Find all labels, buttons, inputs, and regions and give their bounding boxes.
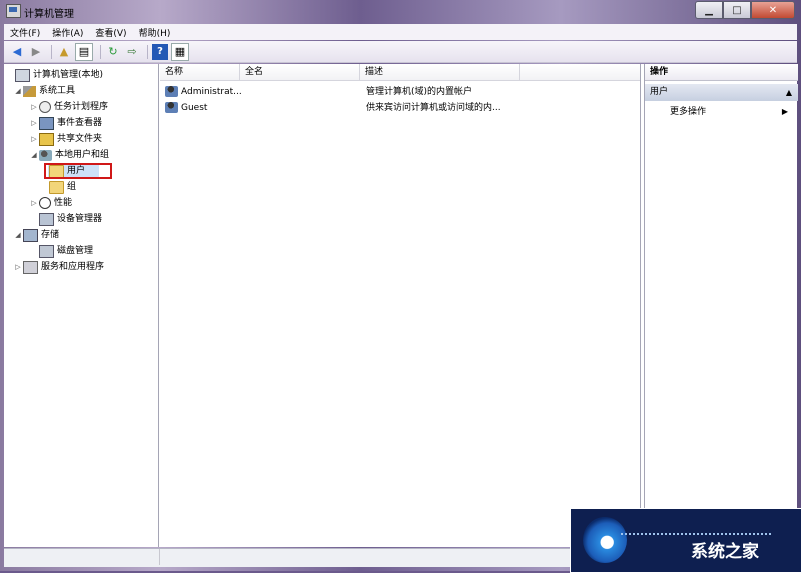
clock-icon (39, 101, 51, 113)
column-name[interactable]: 名称 (160, 64, 240, 80)
tree-item-event-viewer[interactable]: ▷ 事件查看器 (30, 116, 102, 130)
expand-triangle-icon[interactable]: ▷ (30, 132, 38, 146)
toolbar-separator (100, 44, 101, 59)
tree-label: 本地用户和组 (55, 150, 110, 160)
client-area: 计算机管理(本地) ◢ 系统工具 ▷ 任务计划程序 ▷ 事件查看器 ▷ 共享文件… (4, 64, 798, 547)
actions-pane: 操作 用户 ▲ 更多操作 ▶ (644, 64, 798, 547)
tree-item-device-manager[interactable]: 设备管理器 (38, 212, 102, 226)
tree-label: 存储 (41, 230, 60, 240)
back-arrow-icon[interactable]: ◀ (9, 44, 25, 60)
section-label: 用户 (650, 87, 669, 97)
tree-item-storage[interactable]: ◢ 存储 (14, 228, 59, 242)
tree-item-root[interactable]: 计算机管理(本地) (6, 68, 103, 82)
tree-item-local-users-groups[interactable]: ◢ 本地用户和组 (30, 148, 109, 162)
refresh-icon[interactable]: ↻ (105, 44, 121, 60)
cell-name: Administrat... (181, 87, 241, 97)
services-icon (23, 260, 38, 274)
tree-label: 组 (67, 182, 77, 192)
expand-triangle-icon[interactable]: ▷ (14, 260, 22, 274)
minimize-button[interactable]: ▁ (695, 1, 723, 19)
table-row[interactable]: Administrat... 管理计算机(域)的内置帐户 (160, 84, 640, 100)
properties-icon[interactable]: ▦ (171, 42, 189, 61)
expand-triangle-icon[interactable]: ▷ (30, 196, 38, 210)
cell-description: 管理计算机(域)的内置帐户 (366, 87, 473, 97)
window-controls: ▁ □ ✕ (695, 1, 795, 19)
actions-header: 操作 (645, 64, 798, 81)
actions-section-users[interactable]: 用户 ▲ (645, 84, 798, 101)
collapse-triangle-icon[interactable]: ◢ (30, 148, 38, 162)
export-list-icon[interactable]: ⇨ (124, 44, 140, 60)
window-title: 计算机管理 (24, 9, 74, 20)
forward-arrow-icon[interactable]: ▶ (28, 44, 44, 60)
tree-label: 服务和应用程序 (41, 262, 105, 272)
console-tree: 计算机管理(本地) ◢ 系统工具 ▷ 任务计划程序 ▷ 事件查看器 ▷ 共享文件… (4, 64, 159, 547)
users-icon (39, 149, 52, 161)
tree-item-performance[interactable]: ▷ 性能 (30, 196, 72, 210)
tree-item-system-tools[interactable]: ◢ 系统工具 (14, 84, 75, 98)
watermark-text: 系统之家 (691, 542, 759, 562)
user-icon (164, 102, 181, 119)
storage-icon (23, 228, 38, 242)
close-button[interactable]: ✕ (751, 1, 795, 19)
tree-label: 计算机管理(本地) (33, 70, 104, 80)
tree-label: 共享文件夹 (57, 134, 103, 144)
tree-label: 磁盘管理 (57, 246, 94, 256)
more-actions-item[interactable]: 更多操作 ▶ (670, 104, 790, 120)
menu-action[interactable]: 操作(A) (46, 26, 89, 39)
tree-label: 设备管理器 (57, 214, 103, 224)
watermark-decoration (621, 521, 771, 535)
tree-label: 系统工具 (39, 86, 76, 96)
computer-management-icon (6, 4, 21, 18)
cell-name: Guest (181, 103, 208, 113)
device-manager-icon (39, 212, 54, 226)
tree-item-services-apps[interactable]: ▷ 服务和应用程序 (14, 260, 104, 274)
computer-icon (15, 68, 30, 82)
show-hide-tree-icon[interactable]: ▤ (75, 42, 93, 61)
toolbar-separator (51, 44, 52, 59)
status-panel (4, 549, 160, 565)
menu-view[interactable]: 查看(V) (89, 26, 132, 39)
performance-icon (39, 197, 51, 209)
menu-bar: 文件(F) 操作(A) 查看(V) 帮助(H) (4, 24, 797, 40)
cell-description: 供来宾访问计算机或访问域的内... (366, 103, 501, 113)
collapse-up-icon[interactable]: ▲ (786, 84, 792, 101)
column-fullname[interactable]: 全名 (240, 64, 360, 80)
help-icon[interactable]: ? (152, 43, 168, 60)
expand-triangle-icon[interactable]: ▷ (30, 116, 38, 130)
results-list: 名称 全名 描述 Administrat... 管理计算机(域)的内置帐户 Gu… (160, 64, 641, 547)
collapse-triangle-icon[interactable]: ◢ (14, 84, 22, 98)
toolbar-separator (147, 44, 148, 59)
tree-label: 任务计划程序 (54, 102, 109, 112)
watermark: 系统之家 (570, 508, 801, 573)
tree-label: 事件查看器 (57, 118, 103, 128)
tree-item-shared-folders[interactable]: ▷ 共享文件夹 (30, 132, 102, 146)
window-frame: 计算机管理 ▁ □ ✕ 文件(F) 操作(A) 查看(V) 帮助(H) ◀ ▶ … (0, 0, 801, 573)
menu-file[interactable]: 文件(F) (4, 26, 46, 39)
column-header: 名称 全名 描述 (160, 64, 640, 81)
tree-item-disk-management[interactable]: 磁盘管理 (38, 244, 93, 258)
highlight-box (44, 163, 112, 179)
submenu-arrow-icon: ▶ (781, 107, 788, 116)
expand-triangle-icon[interactable]: ▷ (30, 100, 38, 114)
tools-icon (23, 85, 36, 97)
tree-item-task-scheduler[interactable]: ▷ 任务计划程序 (30, 100, 108, 114)
menu-help[interactable]: 帮助(H) (133, 26, 177, 39)
table-row[interactable]: Guest 供来宾访问计算机或访问域的内... (160, 100, 640, 116)
tree-label: 性能 (54, 198, 73, 208)
more-actions-label: 更多操作 (670, 107, 707, 117)
status-panel (160, 549, 641, 565)
column-description[interactable]: 描述 (360, 64, 520, 80)
event-log-icon (39, 116, 54, 130)
maximize-button[interactable]: □ (723, 1, 751, 19)
toolbar: ◀ ▶ ▲ ▤ ↻ ⇨ ? ▦ (4, 41, 797, 63)
title-bar[interactable]: 计算机管理 ▁ □ ✕ (0, 0, 801, 22)
disk-icon (39, 244, 54, 258)
collapse-triangle-icon[interactable]: ◢ (14, 228, 22, 242)
up-folder-icon[interactable]: ▲ (56, 44, 72, 60)
shared-folder-icon (39, 132, 54, 146)
tree-item-groups[interactable]: 组 (48, 180, 76, 194)
folder-icon (49, 180, 64, 194)
